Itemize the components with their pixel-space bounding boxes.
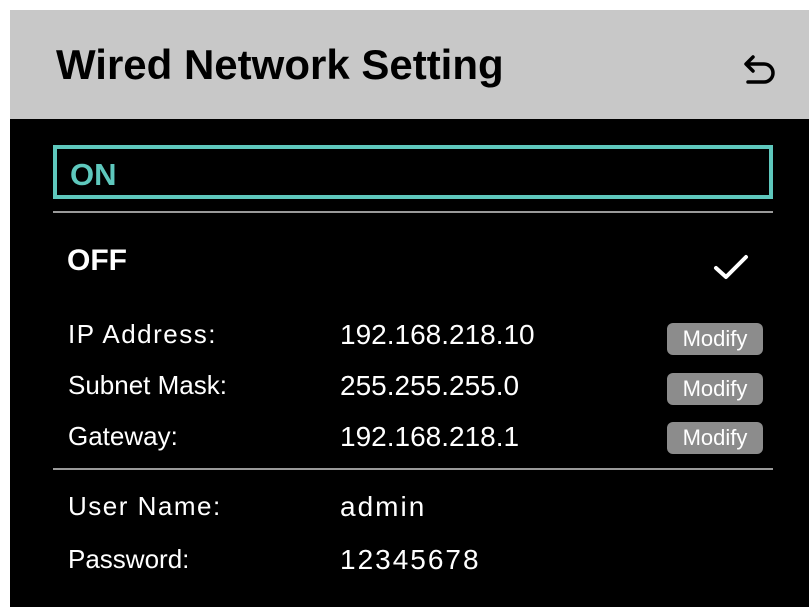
modify-subnet-button[interactable]: Modify bbox=[667, 373, 763, 405]
page-title: Wired Network Setting bbox=[56, 41, 504, 88]
checkmark-icon bbox=[711, 251, 751, 283]
subnet-mask-label: Subnet Mask: bbox=[68, 370, 227, 400]
divider bbox=[53, 468, 773, 470]
subnet-mask-row: Subnet Mask: 255.255.255.0 Modify bbox=[10, 372, 809, 412]
subnet-mask-value: 255.255.255.0 bbox=[340, 370, 520, 401]
ip-address-row: IP Address: 192.168.218.10 Modify bbox=[10, 321, 809, 361]
divider bbox=[53, 211, 773, 213]
header-bar: Wired Network Setting bbox=[10, 10, 809, 119]
modify-ip-button[interactable]: Modify bbox=[667, 323, 763, 355]
ip-address-label: IP Address: bbox=[68, 319, 217, 349]
password-label: Password: bbox=[68, 544, 190, 574]
modify-gateway-button[interactable]: Modify bbox=[667, 422, 763, 454]
ip-address-value: 192.168.218.10 bbox=[340, 319, 535, 350]
gateway-row: Gateway: 192.168.218.1 Modify bbox=[10, 421, 809, 463]
option-on[interactable]: ON bbox=[53, 145, 773, 199]
username-value: admin bbox=[340, 491, 427, 522]
gateway-label: Gateway: bbox=[68, 421, 178, 451]
wired-network-screen: Wired Network Setting ON OFF IP Address:… bbox=[10, 10, 809, 607]
option-off[interactable]: OFF bbox=[53, 235, 773, 295]
username-row: User Name: admin bbox=[10, 493, 809, 533]
password-value: 12345678 bbox=[340, 544, 481, 575]
username-label: User Name: bbox=[68, 491, 222, 521]
option-on-label: ON bbox=[70, 157, 117, 192]
option-off-label: OFF bbox=[67, 244, 127, 277]
gateway-value: 192.168.218.1 bbox=[340, 421, 520, 452]
back-arrow-icon[interactable] bbox=[740, 54, 776, 86]
password-row: Password: 12345678 bbox=[10, 546, 809, 586]
